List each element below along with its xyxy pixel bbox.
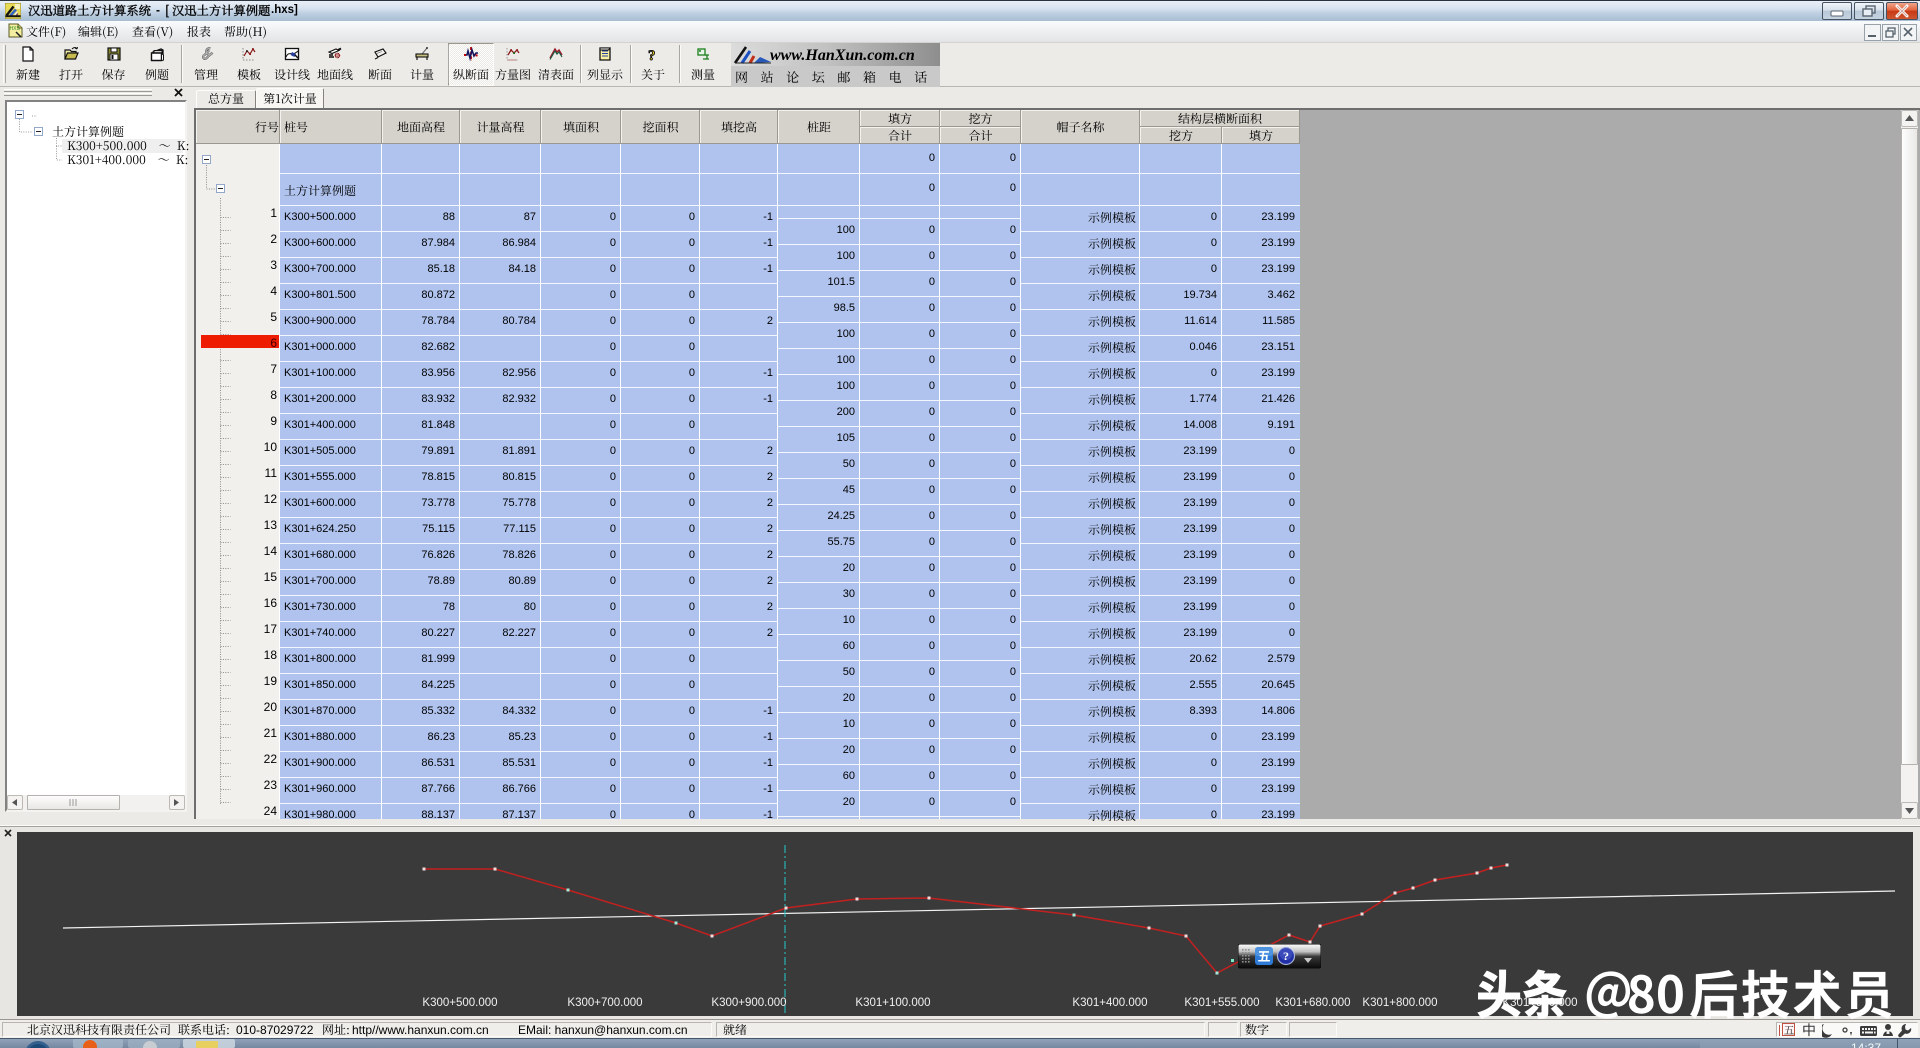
svg-text:K301+555.000: K301+555.000 bbox=[1184, 997, 1259, 1009]
svg-text:80: 80 bbox=[336, 53, 342, 59]
svg-text:K300+900.000: K300+900.000 bbox=[711, 997, 786, 1009]
svg-text:K301+680.000: K301+680.000 bbox=[1275, 997, 1350, 1009]
svg-text:HXS: HXS bbox=[10, 26, 21, 32]
svg-text:K301+800.000: K301+800.000 bbox=[1362, 997, 1437, 1009]
svg-text:K301+100.000: K301+100.000 bbox=[855, 997, 930, 1009]
svg-text:K300+700.000: K300+700.000 bbox=[567, 997, 642, 1009]
svg-text:K301+400.000: K301+400.000 bbox=[1072, 997, 1147, 1009]
svg-text:?: ? bbox=[1283, 949, 1289, 963]
svg-text:K300+500.000: K300+500.000 bbox=[422, 997, 497, 1009]
svg-text:K301+900.000: K301+900.000 bbox=[1502, 997, 1577, 1009]
svg-text:?: ? bbox=[648, 48, 656, 62]
svg-text:14:37: 14:37 bbox=[1851, 1041, 1881, 1048]
